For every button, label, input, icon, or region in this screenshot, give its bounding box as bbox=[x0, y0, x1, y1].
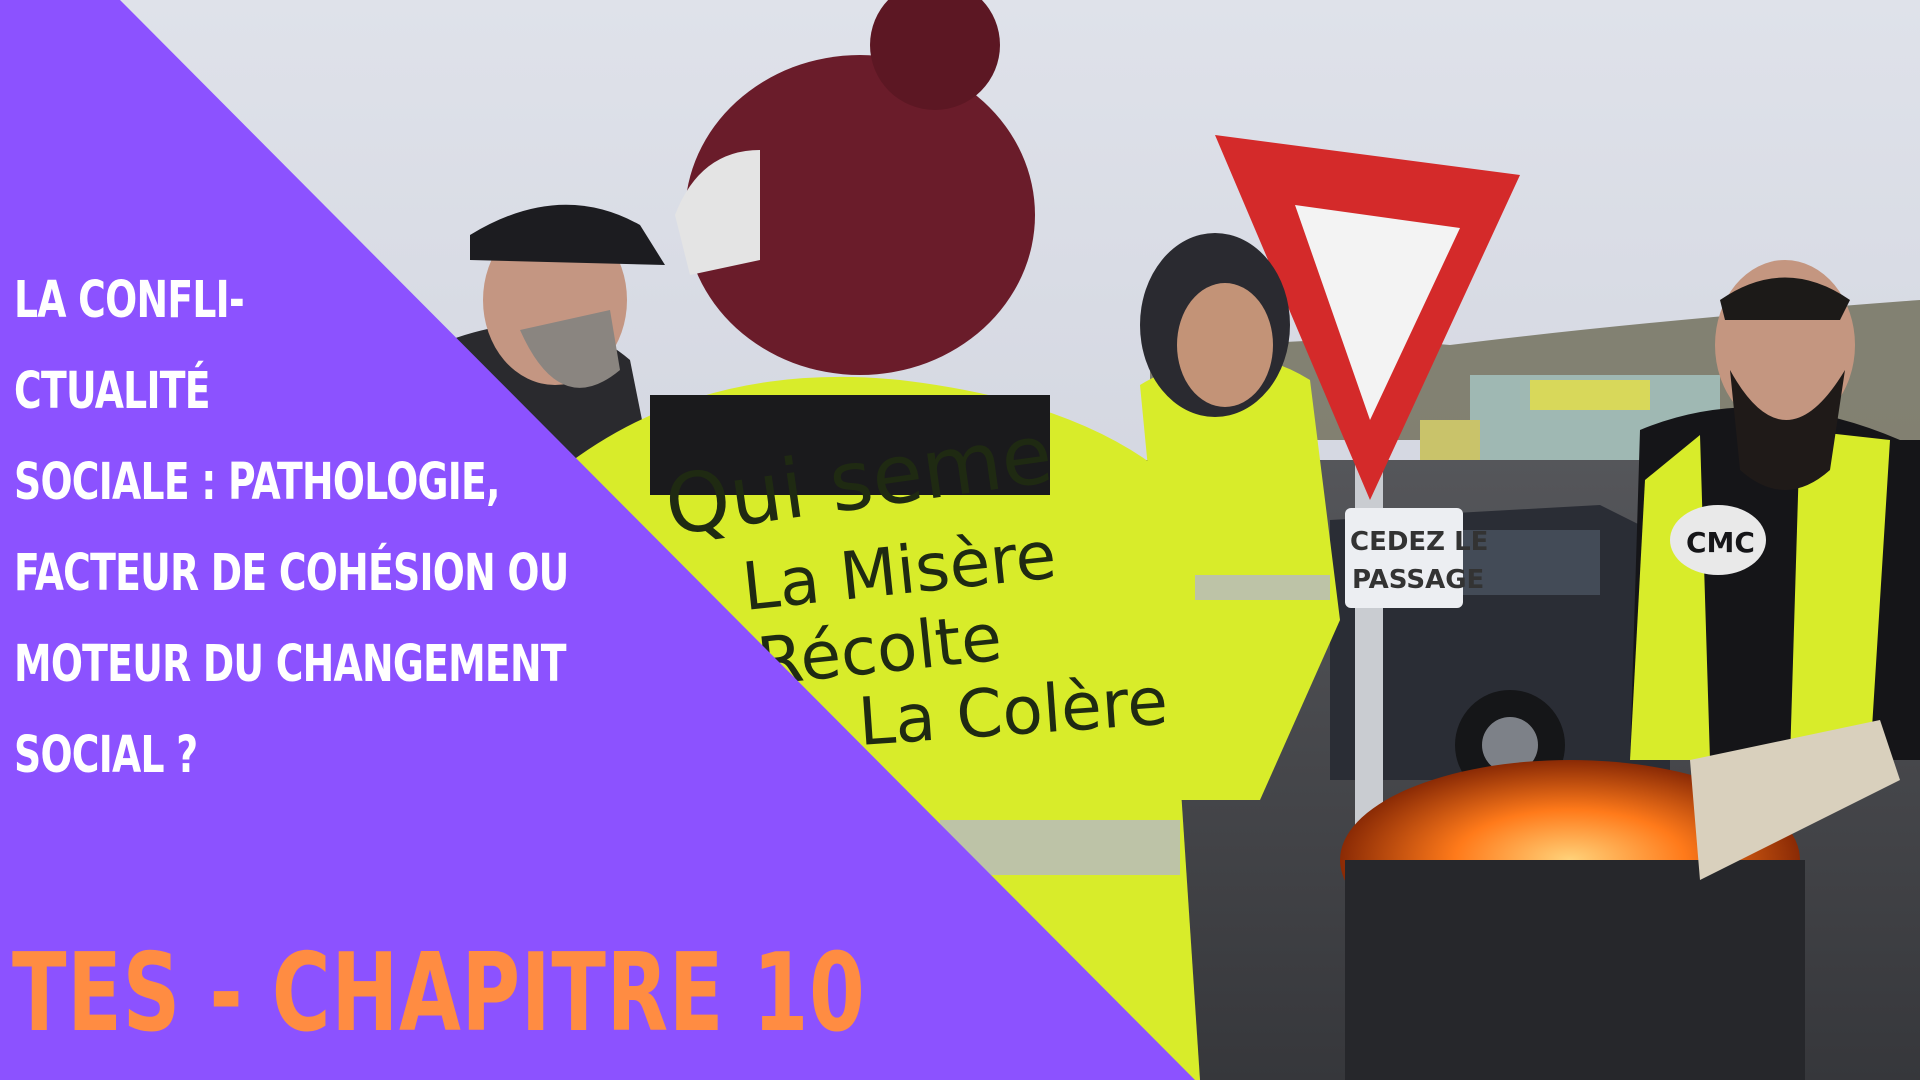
title-line: social ? bbox=[14, 726, 198, 785]
title-line: sociale : pathologie, bbox=[14, 453, 500, 512]
sweater-logo: CMC bbox=[1686, 526, 1755, 559]
title-line: moteur du changement bbox=[14, 635, 567, 694]
chapter-title: La confli- ctualité sociale : pathologie… bbox=[14, 255, 569, 801]
title-line: facteur de cohésion ou bbox=[14, 544, 569, 603]
title-line: La confli- bbox=[14, 271, 245, 330]
sign-text-line1: CEDEZ LE bbox=[1350, 527, 1488, 557]
sign-text-line2: PASSAGE bbox=[1352, 565, 1484, 595]
chapter-label: TES - CHAPITRE 10 bbox=[12, 931, 866, 1056]
title-line: ctualité bbox=[14, 362, 211, 421]
